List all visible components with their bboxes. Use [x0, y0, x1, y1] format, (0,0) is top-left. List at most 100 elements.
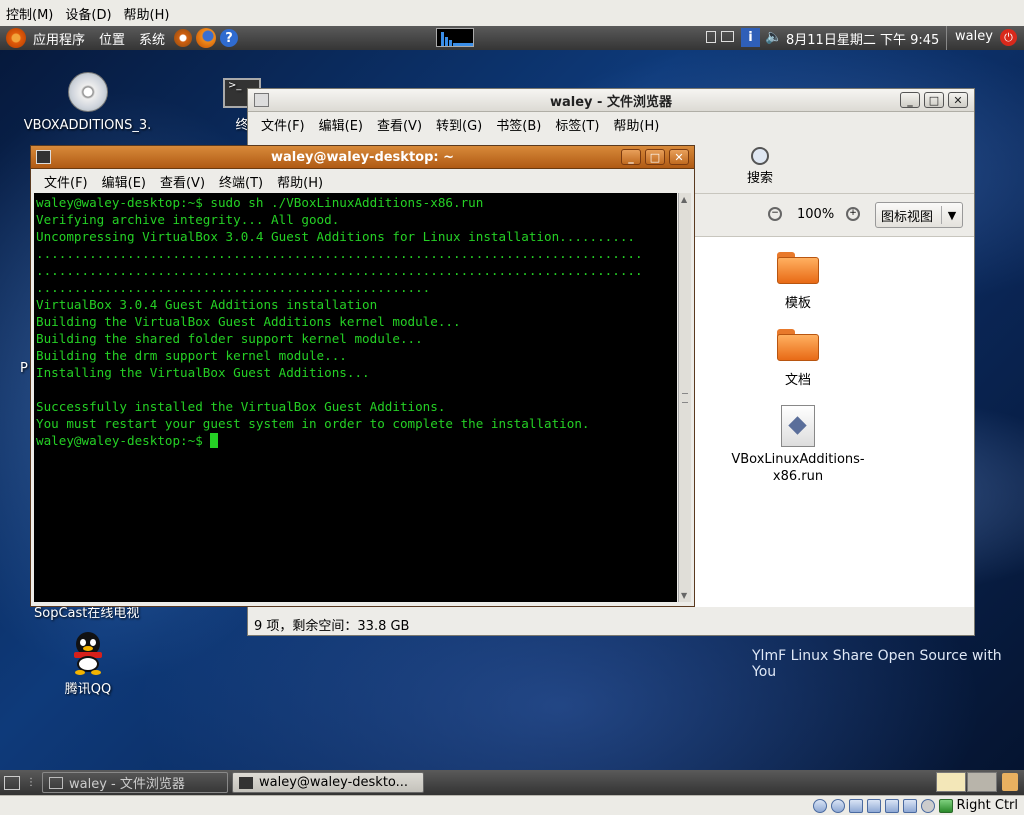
- panel-menu-system[interactable]: 系统: [132, 29, 172, 48]
- desktop-icon-qq[interactable]: 腾讯QQ: [56, 632, 120, 697]
- cd-drive-icon[interactable]: [830, 798, 845, 813]
- workspace-1[interactable]: [936, 772, 966, 792]
- settings-gear-icon[interactable]: [174, 29, 193, 47]
- firefox-icon[interactable]: [196, 28, 217, 48]
- bottom-panel: ⋮ waley - 文件浏览器 waley@waley-deskto...: [0, 770, 1024, 795]
- zoom-out-icon[interactable]: −: [768, 207, 782, 221]
- term-menu-help[interactable]: 帮助(H): [270, 172, 330, 191]
- fm-menu-help[interactable]: 帮助(H): [606, 115, 666, 134]
- qq-penguin-icon: [71, 632, 105, 676]
- host-menu-devices[interactable]: 设备(D): [59, 4, 117, 23]
- terminal-line: Building the VirtualBox Guest Additions …: [36, 314, 461, 329]
- show-desktop-icon[interactable]: [4, 775, 20, 790]
- network-adapter-icon[interactable]: [848, 798, 863, 813]
- info-icon[interactable]: i: [741, 28, 760, 47]
- file-cabinet-icon: [254, 93, 269, 107]
- fm-menu-bookmarks[interactable]: 书签(B): [489, 115, 548, 134]
- search-button[interactable]: 搜索: [738, 147, 782, 186]
- panel-menu-places[interactable]: 位置: [92, 29, 132, 48]
- terminal-app-icon: [239, 776, 253, 789]
- terminal-title: waley@waley-desktop: ~: [270, 149, 455, 165]
- host-statusbar: Right Ctrl: [0, 795, 1024, 815]
- scroll-down-icon[interactable]: ▼: [681, 591, 687, 600]
- maximize-button[interactable]: □: [924, 92, 944, 108]
- desktop-icon-label: 腾讯QQ: [64, 682, 112, 697]
- script-file-icon: [781, 405, 815, 447]
- workspace-2[interactable]: [967, 772, 997, 792]
- host-key-icon[interactable]: [938, 798, 953, 813]
- maximize-button[interactable]: □: [645, 149, 665, 165]
- scroll-up-icon[interactable]: ▲: [681, 195, 687, 204]
- file-item-label: 模板: [784, 296, 811, 311]
- hard-disk-icon[interactable]: [812, 798, 827, 813]
- folder-icon: [777, 252, 819, 284]
- host-key-label: Right Ctrl: [956, 798, 1019, 813]
- panel-separator: [946, 26, 947, 50]
- taskbar-item-terminal[interactable]: waley@waley-deskto...: [232, 772, 424, 793]
- usb-icon[interactable]: [866, 798, 881, 813]
- file-cabinet-icon: [49, 776, 63, 789]
- terminal-line: You must restart your guest system in or…: [36, 416, 590, 431]
- fm-menu-view[interactable]: 查看(V): [370, 115, 429, 134]
- close-button[interactable]: ✕: [948, 92, 968, 108]
- term-menu-terminal[interactable]: 终端(T): [212, 172, 270, 191]
- terminal-line: waley@waley-desktop:~$ sudo sh ./VBoxLin…: [36, 195, 484, 210]
- file-browser-menubar: 文件(F) 编辑(E) 查看(V) 转到(G) 书签(B) 标签(T) 帮助(H…: [248, 112, 974, 136]
- term-menu-view[interactable]: 查看(V): [153, 172, 212, 191]
- terminal-line: Verifying archive integrity... All good.: [36, 212, 340, 227]
- terminal-line: Uncompressing VirtualBox 3.0.4 Guest Add…: [36, 229, 635, 244]
- file-item[interactable]: 模板: [718, 252, 878, 311]
- file-item[interactable]: VBoxLinuxAdditions- x86.run: [718, 405, 878, 485]
- taskbar-item-file-browser[interactable]: waley - 文件浏览器: [42, 772, 228, 793]
- minimize-button[interactable]: _: [900, 92, 920, 108]
- volume-icon[interactable]: 🔈: [765, 29, 782, 45]
- terminal-lines: waley@waley-desktop:~$ sudo sh ./VBoxLin…: [36, 194, 675, 432]
- minimize-button[interactable]: _: [621, 149, 641, 165]
- terminal-line: Building the drm support kernel module..…: [36, 348, 347, 363]
- desktop-icon-vboxadditions[interactable]: VBOXADDITIONS_3.: [20, 72, 155, 133]
- file-item-label: VBoxLinuxAdditions- x86.run: [731, 452, 865, 484]
- scroll-grip-icon[interactable]: [682, 393, 688, 403]
- view-mode-select[interactable]: 图标视图 ▼: [875, 202, 963, 228]
- terminal-line: Installing the VirtualBox Guest Addition…: [36, 365, 370, 380]
- terminal-titlebar[interactable]: waley@waley-desktop: ~ _ □ ✕: [31, 146, 694, 169]
- panel-username[interactable]: waley: [955, 29, 993, 44]
- search-label: 搜索: [746, 171, 773, 186]
- system-monitor-icon[interactable]: [436, 28, 474, 47]
- fm-menu-edit[interactable]: 编辑(E): [312, 115, 370, 134]
- terminal-prompt-line: waley@waley-desktop:~$: [36, 432, 675, 449]
- trash-icon[interactable]: [1002, 773, 1018, 791]
- folder-icon: [777, 329, 819, 361]
- terminal-output[interactable]: waley@waley-desktop:~$ sudo sh ./VBoxLin…: [34, 193, 677, 602]
- mouse-integration-icon[interactable]: [920, 798, 935, 813]
- fm-menu-tabs[interactable]: 标签(T): [548, 115, 606, 134]
- zoom-level: 100%: [797, 207, 835, 222]
- panel-clock[interactable]: 8月11日星期二 下午 9:45: [786, 29, 939, 48]
- network-icon[interactable]: [721, 31, 734, 42]
- host-menu-help[interactable]: 帮助(H): [118, 4, 176, 23]
- power-icon[interactable]: ⏻: [1000, 29, 1017, 46]
- notification-icon[interactable]: [706, 31, 716, 43]
- host-menubar: 控制(M) 设备(D) 帮助(H): [0, 0, 1024, 27]
- file-browser-title: waley - 文件浏览器: [550, 94, 672, 110]
- zoom-in-icon[interactable]: +: [846, 207, 860, 221]
- shared-folder-icon[interactable]: [884, 798, 899, 813]
- term-menu-edit[interactable]: 编辑(E): [95, 172, 153, 191]
- desktop-icon-partial-label: P: [20, 361, 28, 376]
- help-icon[interactable]: ?: [220, 29, 239, 47]
- chevron-down-icon: ▼: [947, 208, 957, 222]
- file-item[interactable]: 文档: [718, 329, 878, 388]
- close-button[interactable]: ✕: [669, 149, 689, 165]
- vrdp-icon[interactable]: [902, 798, 917, 813]
- term-menu-file[interactable]: 文件(F): [37, 172, 95, 191]
- file-browser-titlebar[interactable]: waley - 文件浏览器 _ □ ✕: [248, 89, 974, 112]
- terminal-line: VirtualBox 3.0.4 Guest Additions install…: [36, 297, 378, 312]
- terminal-window: waley@waley-desktop: ~ _ □ ✕ 文件(F) 编辑(E)…: [30, 145, 695, 607]
- panel-menu-applications[interactable]: 应用程序: [26, 29, 92, 48]
- terminal-line: Building the shared folder support kerne…: [36, 331, 423, 346]
- host-menu-control[interactable]: 控制(M): [0, 4, 59, 23]
- fm-menu-go[interactable]: 转到(G): [429, 115, 489, 134]
- fm-menu-file[interactable]: 文件(F): [254, 115, 312, 134]
- terminal-scrollbar[interactable]: ▲ ▼: [678, 193, 691, 602]
